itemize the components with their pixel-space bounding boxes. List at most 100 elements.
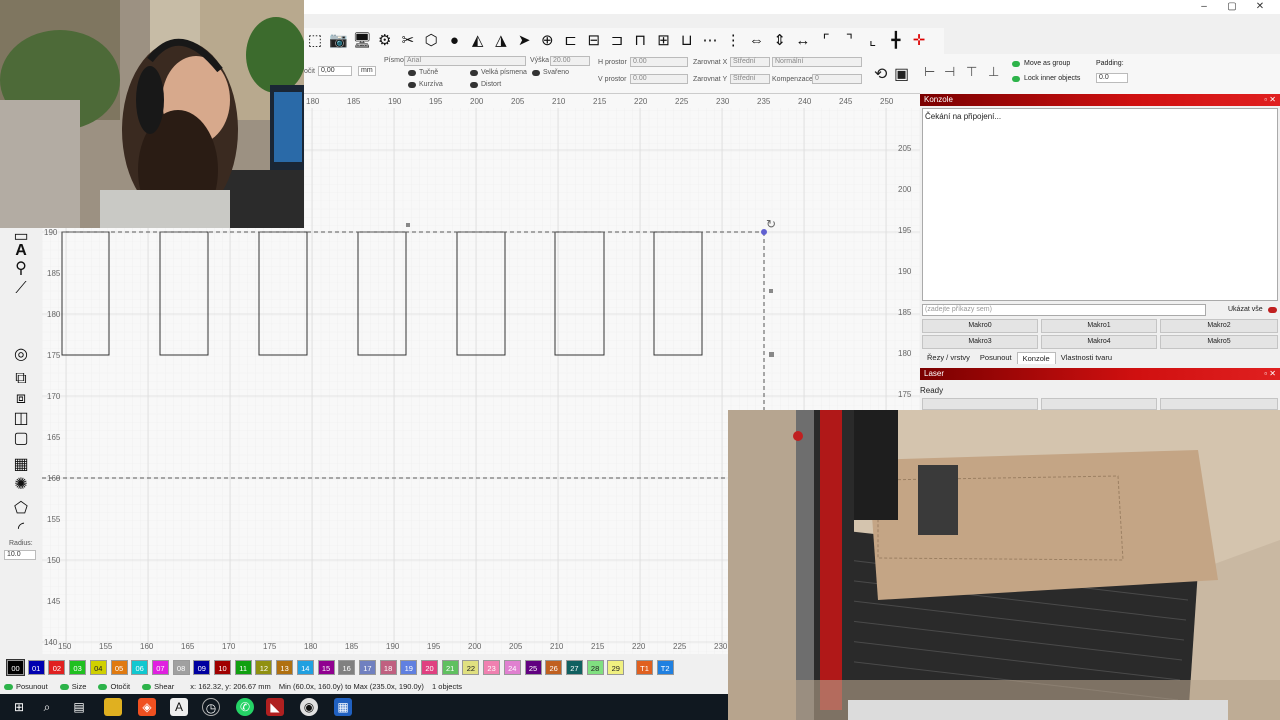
start-icon[interactable]: ⊞ [10, 698, 28, 716]
group-icon[interactable]: ⬡ [422, 31, 440, 51]
font-select[interactable]: Arial [404, 56, 526, 66]
color-swatch[interactable]: 08 [172, 660, 190, 675]
rotate-toggle[interactable] [98, 684, 108, 691]
space-h-icon[interactable]: ⇔ [747, 31, 765, 51]
boolean-diff-icon[interactable]: ⧈ [8, 390, 34, 408]
color-swatch[interactable]: 18 [379, 660, 397, 675]
user-icon[interactable]: ● [445, 31, 463, 51]
color-swatch[interactable]: 27 [565, 660, 583, 675]
color-swatch[interactable]: 00 [6, 659, 25, 676]
align-bottom-icon[interactable]: ⊔ [678, 31, 696, 51]
clock-app-icon[interactable]: ◷ [202, 698, 220, 716]
distort-toggle[interactable] [470, 82, 478, 88]
search-icon[interactable]: ⌕ [38, 698, 56, 716]
padding-input[interactable]: 0.0 [1096, 73, 1128, 83]
calculator-icon[interactable]: ▦ [334, 698, 352, 716]
color-swatch[interactable]: 24 [503, 660, 521, 675]
camera-icon[interactable]: 📷 [329, 31, 348, 51]
anchor-bottom-icon[interactable]: ⊥ [988, 64, 999, 80]
select-icon[interactable]: ⬚ [306, 31, 324, 51]
corner-radius-icon[interactable]: ◜ [8, 520, 34, 538]
laser-origin-icon[interactable]: ✛ [910, 31, 928, 51]
color-swatch[interactable]: 23 [483, 660, 501, 675]
laser-button[interactable] [1160, 398, 1278, 410]
file-explorer-icon[interactable] [104, 698, 122, 716]
mirror-h-icon[interactable]: ◭ [469, 31, 487, 51]
boolean-union-icon[interactable]: ⧉ [8, 370, 34, 388]
color-swatch[interactable]: 13 [276, 660, 294, 675]
color-swatch[interactable]: 16 [338, 660, 356, 675]
selection-handle[interactable] [406, 223, 410, 227]
lightburn-icon[interactable]: ◣ [266, 698, 284, 716]
color-swatch[interactable]: T2 [656, 660, 674, 675]
inkscape-icon[interactable]: A [170, 698, 188, 716]
color-swatch[interactable]: 04 [89, 660, 107, 675]
color-swatch[interactable]: 03 [69, 660, 87, 675]
target-icon[interactable]: ⊕ [538, 31, 556, 51]
radius-input[interactable]: 10.0 [4, 550, 36, 560]
comp-input[interactable]: 0 [812, 74, 862, 84]
node-edit-icon[interactable]: ⬠ [8, 500, 34, 518]
offset-icon[interactable]: ◎ [8, 346, 34, 364]
tab-move[interactable]: Posunout [975, 352, 1017, 364]
position-pin-icon[interactable]: ⚲ [8, 260, 34, 278]
h-space-input[interactable]: 0.00 [630, 57, 688, 67]
color-swatch[interactable]: 10 [214, 660, 231, 675]
dist-v-icon[interactable]: ⋮ [724, 31, 742, 51]
anchor-top-icon[interactable]: ⊤ [966, 64, 977, 80]
color-swatch[interactable]: 26 [545, 660, 563, 675]
whatsapp-icon[interactable]: ✆ [236, 698, 254, 716]
lock-inner-toggle[interactable] [1012, 76, 1020, 82]
color-swatch[interactable]: 20 [421, 660, 438, 675]
color-swatch[interactable]: 02 [48, 660, 66, 675]
color-swatch[interactable]: 17 [358, 660, 376, 675]
same-width-icon[interactable]: ↔ [794, 31, 812, 51]
tools-icon[interactable]: ✂ [399, 31, 417, 51]
color-swatch[interactable]: 11 [234, 660, 252, 675]
crosshair-icon[interactable]: ╋ [887, 31, 905, 51]
show-all-toggle[interactable] [1268, 307, 1277, 313]
color-swatch[interactable]: 07 [151, 660, 169, 675]
color-swatch[interactable]: 21 [441, 660, 459, 675]
align-x-select[interactable]: Střední [730, 57, 770, 67]
color-swatch[interactable]: 22 [462, 660, 480, 675]
mirror-v-icon[interactable]: ◮ [492, 31, 510, 51]
boolean-intersect-icon[interactable]: ◫ [8, 410, 34, 428]
color-swatch[interactable]: 15 [317, 660, 335, 675]
tab-console[interactable]: Konzole [1016, 352, 1056, 364]
anchor-left-icon[interactable]: ⊢ [924, 64, 935, 80]
selection-handle[interactable] [769, 352, 774, 357]
space-v-icon[interactable]: ⇕ [771, 31, 789, 51]
color-swatch[interactable]: T1 [636, 660, 653, 675]
grid-array-icon[interactable]: ▦ [8, 456, 34, 474]
style-select[interactable]: Normální [772, 57, 862, 67]
color-swatch[interactable]: 06 [131, 660, 149, 675]
move-toggle[interactable] [4, 684, 13, 691]
text-tool-icon[interactable]: A [8, 242, 34, 260]
macro-button[interactable]: Makro0 [922, 319, 1038, 333]
minimize-icon[interactable]: – [1190, 0, 1218, 14]
measure-icon[interactable]: ⟋ [8, 280, 34, 298]
macro-button[interactable]: Makro4 [1041, 335, 1157, 349]
macro-button[interactable]: Makro3 [922, 335, 1038, 349]
align-top-icon[interactable]: ⊓ [631, 31, 649, 51]
corner-tr-icon[interactable]: ⌝ [840, 31, 858, 51]
move-group-toggle[interactable] [1012, 61, 1020, 67]
color-swatch[interactable]: 28 [586, 660, 604, 675]
gear-icon[interactable]: ⚙ [376, 31, 394, 51]
close-icon[interactable]: ✕ [1246, 0, 1274, 14]
height-input[interactable]: 20.00 [550, 56, 590, 66]
browser-icon[interactable]: ◈ [138, 698, 156, 716]
app-icon[interactable]: ◉ [300, 698, 318, 716]
panel-controls-icon[interactable]: ▫ ✕ [1264, 94, 1276, 106]
weld-icon[interactable]: ▢ [8, 430, 34, 448]
align-y-select[interactable]: Střední [730, 74, 770, 84]
color-swatch[interactable]: 05 [110, 660, 128, 675]
align-left-icon[interactable]: ⊏ [562, 31, 580, 51]
corner-bl-icon[interactable]: ⌞ [864, 31, 882, 51]
color-swatch[interactable]: 12 [255, 660, 273, 675]
tab-shape-properties[interactable]: Vlastnosti tvaru [1056, 352, 1117, 364]
panel-controls-icon[interactable]: ▫ ✕ [1264, 368, 1276, 380]
task-view-icon[interactable]: ▤ [70, 698, 88, 716]
dist-h-icon[interactable]: ⋯ [701, 31, 719, 51]
